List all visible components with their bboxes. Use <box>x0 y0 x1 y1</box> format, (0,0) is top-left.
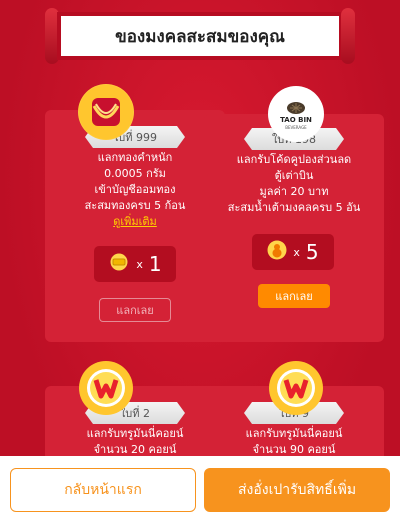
desc-line: แลกรับทรูมันนี่คอยน์ <box>86 427 184 440</box>
quantity-multiplier: x <box>136 257 143 271</box>
reward-card-taobin: ใบที่ 198 แลกรับโค้ดคูปองส่วนลด ตู้เต่าบ… <box>204 114 384 342</box>
scroll-rod-right <box>341 8 355 64</box>
item-quantity-box: x 5 <box>252 234 334 270</box>
taobin-logo-icon: TAO BIN BEVERAGE <box>268 86 324 142</box>
turtle-icon <box>287 101 305 114</box>
quantity-multiplier: x <box>293 245 300 259</box>
desc-line: ตู้เต่าบิน <box>274 169 314 182</box>
card-description: แลกทองคำหนัก 0.0005 กรัม เข้าบัญชีออมทอง… <box>45 150 225 230</box>
banner-paper: ของมงคลสะสมของคุณ <box>57 12 343 60</box>
gold-bar-icon <box>108 253 130 275</box>
brand-subtitle: BEVERAGE <box>285 124 307 130</box>
bottom-action-bar: กลับหน้าแรก ส่งอั่งเปารับสิทธิ์เพิ่ม <box>0 456 400 520</box>
desc-line: แลกทองคำหนัก <box>97 151 173 164</box>
desc-line: มูลค่า 20 บาท <box>259 185 329 198</box>
truemoney-coin-icon <box>78 360 134 416</box>
quantity-value: 5 <box>305 240 319 264</box>
see-more-link[interactable]: ดูเพิ่มเติม <box>113 215 157 228</box>
title-banner: ของมงคลสะสมของคุณ <box>45 8 355 64</box>
card-description: แลกรับทรูมันนี่คอยน์ จำนวน 90 คอยน์ <box>204 426 384 458</box>
desc-line: แลกรับทรูมันนี่คอยน์ <box>245 427 343 440</box>
reward-card-gold: ใบที่ 999 แลกทองคำหนัก 0.0005 กรัม เข้าบ… <box>45 110 225 342</box>
card-description: แลกรับโค้ดคูปองส่วนลด ตู้เต่าบิน มูลค่า … <box>204 152 384 216</box>
brand-name: TAO BIN <box>280 115 312 124</box>
page-title: ของมงคลสะสมของคุณ <box>61 16 339 56</box>
redeem-button[interactable]: แลกเลย <box>258 284 330 308</box>
send-angpao-button[interactable]: ส่งอั่งเปารับสิทธิ์เพิ่ม <box>204 468 390 512</box>
desc-line: เข้าบัญชีออมทอง <box>94 183 176 196</box>
gourd-icon <box>267 240 287 264</box>
quantity-value: 1 <box>148 252 162 276</box>
card-description: แลกรับทรูมันนี่คอยน์ จำนวน 20 คอยน์ <box>45 426 225 458</box>
desc-line: แลกรับโค้ดคูปองส่วนลด <box>236 153 352 166</box>
desc-line: 0.0005 กรัม <box>104 167 166 180</box>
gold-necklace-icon <box>78 84 134 140</box>
desc-line: สะสมน้ำเต้ามงคลครบ 5 อัน <box>227 201 361 214</box>
truemoney-coin-icon <box>268 360 324 416</box>
item-quantity-box: x 1 <box>94 246 176 282</box>
redeem-button[interactable]: แลกเลย <box>99 298 171 322</box>
back-home-button[interactable]: กลับหน้าแรก <box>10 468 196 512</box>
desc-line: สะสมทองครบ 5 ก้อน <box>84 199 186 212</box>
